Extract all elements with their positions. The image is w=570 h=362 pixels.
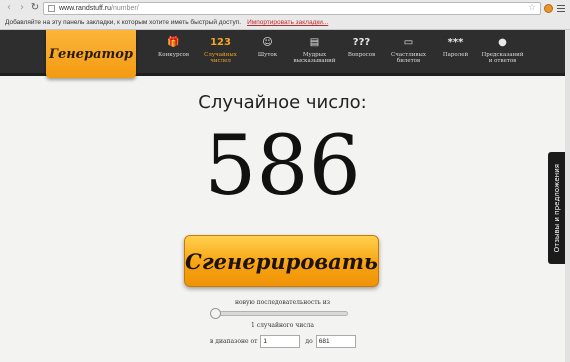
page-icon [48,4,55,12]
book-icon: ▤ [309,37,320,48]
nav-label: Предсказаний и ответов [481,52,524,64]
nav-item-random-numbers[interactable]: 123 Случайных числел [197,30,244,76]
nav-label: Вопросов [347,52,376,58]
nav-label: Мудрых высказываний [293,52,336,64]
import-bookmarks-link[interactable]: Импортировать закладки... [247,19,328,26]
nav-item-tickets[interactable]: ▭ Счастливых билетов [385,30,432,76]
slider-handle[interactable] [210,308,221,319]
question-marks-icon: ??? [352,37,371,48]
logo-text: Генератор [48,46,134,62]
generate-button[interactable]: Сгенерировать [184,235,379,287]
reload-icon[interactable]: ↻ [30,2,40,14]
nav-label: Счастливых билетов [391,52,426,64]
page-title: Случайное число: [198,92,367,113]
sequence-label: новую последовательность из [235,299,330,306]
extension-icon[interactable] [544,3,553,13]
range-from-input[interactable] [260,334,301,348]
nav-item-questions[interactable]: ??? Вопросов [338,30,385,76]
gift-icon: 🎁 [167,37,180,48]
ticket-icon: ▭ [403,37,414,48]
feedback-tab-label: Отзывы и предложения [552,163,561,253]
range-from-label: в диапазоне от [210,337,258,345]
nav-label: Случайных числел [204,52,237,64]
numbers-icon: 123 [210,37,231,48]
address-bar[interactable]: www.randstuff.ru/number/ ☆ [43,1,541,15]
url-bar-row: ‹ › ↻ www.randstuff.ru/number/ ☆ [0,0,570,16]
menu-icon[interactable] [556,4,566,13]
bookmarks-bar: Добавляйте на эту панель закладки, к кот… [0,16,570,29]
bookmark-star-icon[interactable]: ☆ [528,3,536,13]
scrollbar[interactable] [565,30,570,362]
site-header: Генератор 🎁 Конкурсов 123 Случайных числ… [0,30,570,78]
back-icon[interactable]: ‹ [4,2,14,14]
nav-label: Шуток [257,52,278,58]
nav-label: Конкурсов [158,52,189,58]
count-label: 1 случайного числа [251,322,314,329]
generate-button-label: Сгенерировать [185,248,378,274]
magic-ball-icon: ● [498,37,507,48]
count-slider[interactable] [210,308,348,319]
forward-icon[interactable]: › [17,2,27,14]
password-icon: *** [447,37,464,48]
nav-item-quotes[interactable]: ▤ Мудрых высказываний [291,30,338,76]
url-path: /number/ [111,4,139,12]
smiley-icon: ☺ [262,37,273,48]
main-nav: 🎁 Конкурсов 123 Случайных числел ☺ Шуток… [150,30,526,76]
nav-item-contests[interactable]: 🎁 Конкурсов [150,30,197,76]
range-to-input[interactable] [315,334,356,348]
url-host: www.randstuff.ru [59,4,112,12]
nav-item-predictions[interactable]: ● Предсказаний и ответов [479,30,526,76]
range-to-label: до [305,337,313,345]
bookmarks-hint: Добавляйте на эту панель закладки, к кот… [5,19,242,26]
random-number-display: 586 [204,119,361,214]
range-row: в диапазоне от до [210,334,356,348]
site-logo[interactable]: Генератор [46,30,136,78]
nav-label: Паролей [442,52,469,58]
browser-chrome: ‹ › ↻ www.randstuff.ru/number/ ☆ Добавля… [0,0,570,30]
nav-item-passwords[interactable]: *** Паролей [432,30,479,76]
nav-item-jokes[interactable]: ☺ Шуток [244,30,291,76]
feedback-tab[interactable]: Отзывы и предложения [548,152,565,264]
